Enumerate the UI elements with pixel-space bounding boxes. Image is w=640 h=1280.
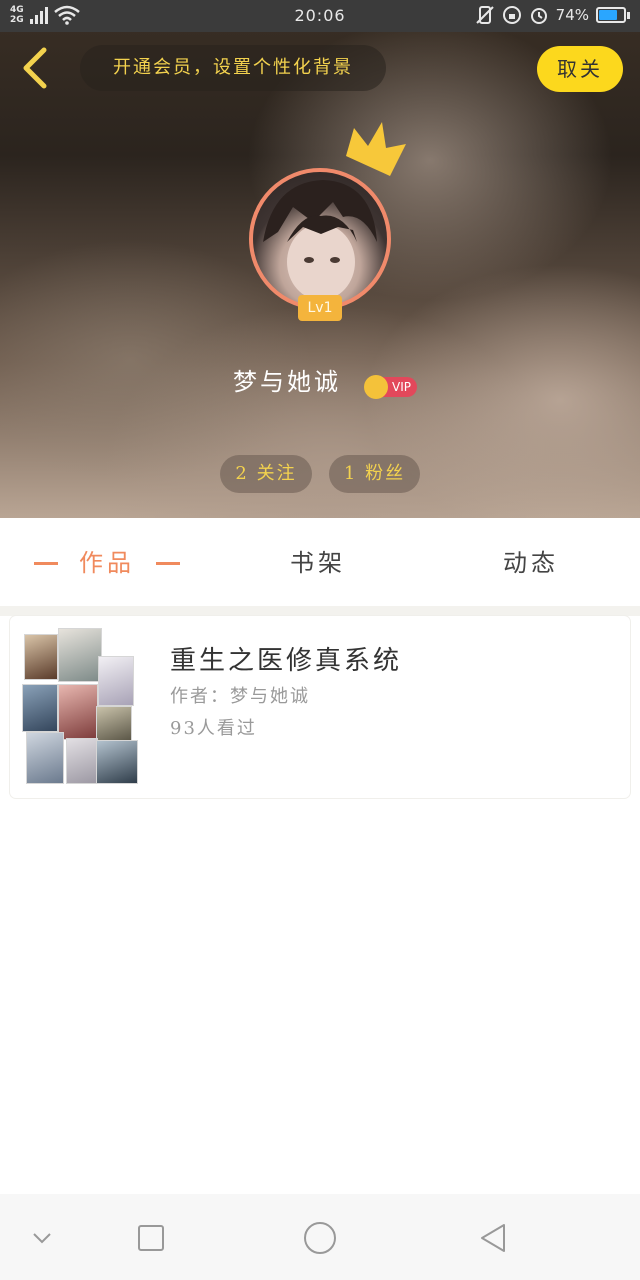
vip-upgrade-banner[interactable]: 开通会员，设置个性化背景 xyxy=(80,45,386,91)
triangle-back-icon[interactable] xyxy=(470,1216,514,1260)
active-indicator xyxy=(156,561,180,565)
avatar[interactable] xyxy=(249,168,391,310)
fans-count[interactable]: 1 粉丝 xyxy=(329,455,420,493)
book-cover[interactable] xyxy=(22,628,138,788)
avatar-image xyxy=(263,180,377,300)
book-author: 作者：梦与她诚 xyxy=(170,686,310,707)
chevron-left-icon xyxy=(23,47,47,89)
unfollow-button[interactable]: 取关 xyxy=(537,46,623,92)
following-count[interactable]: 2 关注 xyxy=(220,455,312,493)
vip-badge: VIP xyxy=(364,375,417,399)
active-indicator xyxy=(34,561,58,565)
status-bar: 4G 2G 20:06 74% xyxy=(0,0,640,32)
vip-crown-icon xyxy=(364,375,388,399)
tab-works[interactable]: 作品 xyxy=(34,546,180,580)
rotation-lock-icon xyxy=(502,6,521,24)
battery-percent: 74% xyxy=(555,6,589,24)
list-item[interactable]: 重生之医修真系统 作者：梦与她诚 93人看过 xyxy=(10,616,630,798)
system-nav-bar xyxy=(0,1194,640,1280)
circle-home-icon[interactable] xyxy=(298,1216,342,1260)
back-button[interactable] xyxy=(14,44,58,92)
battery-icon xyxy=(596,7,630,23)
section-divider xyxy=(0,606,640,616)
book-views: 93人看过 xyxy=(170,718,257,739)
square-icon[interactable] xyxy=(129,1216,173,1260)
alarm-icon xyxy=(530,8,547,24)
chevron-down-icon[interactable] xyxy=(20,1216,64,1260)
tab-bookshelf[interactable]: 书架 xyxy=(290,546,360,580)
username: 梦与她诚 xyxy=(233,368,341,396)
level-badge: Lv1 xyxy=(298,295,342,321)
book-title[interactable]: 重生之医修真系统 xyxy=(170,640,402,677)
profile-tabs: 作品 书架 动态 xyxy=(0,518,640,606)
tab-activity[interactable]: 动态 xyxy=(503,546,573,580)
vibrate-off-icon xyxy=(475,6,494,24)
